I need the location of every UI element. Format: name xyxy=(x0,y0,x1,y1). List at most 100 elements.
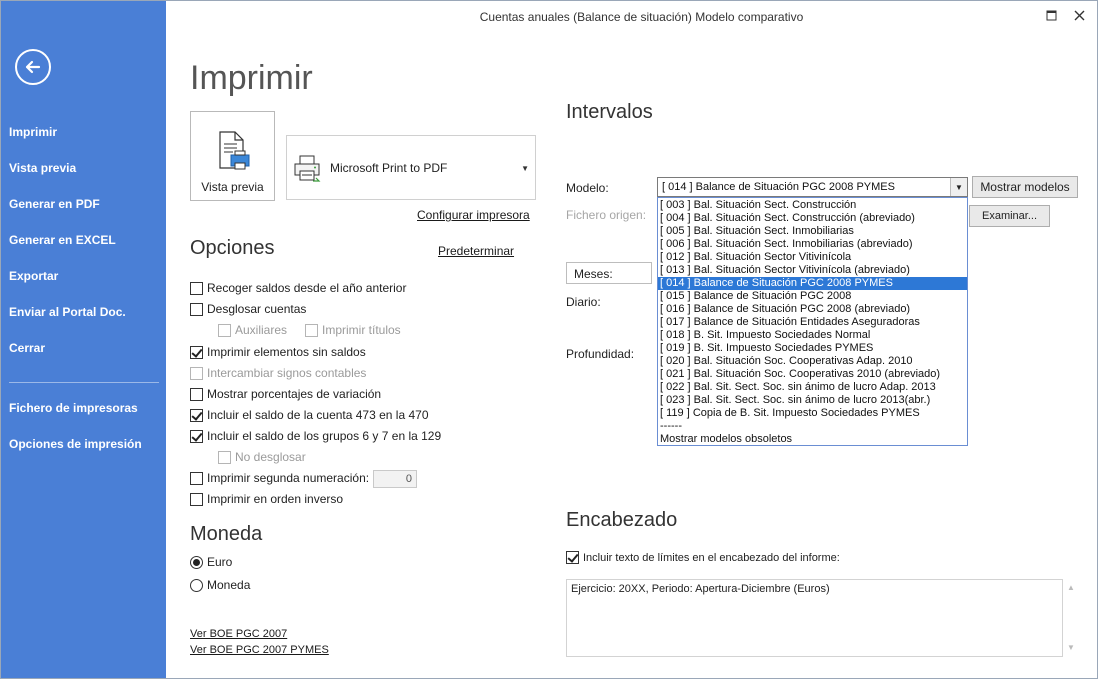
sidebar-item-exportar[interactable]: Exportar xyxy=(9,269,58,283)
dropdown-item[interactable]: [ 023 ] Bal. Sit. Sect. Soc. sin ánimo d… xyxy=(658,394,967,407)
sidebar-divider xyxy=(9,382,159,383)
default-link[interactable]: Predeterminar xyxy=(438,244,514,258)
checkbox[interactable] xyxy=(190,471,203,485)
option-label: Imprimir en orden inverso xyxy=(207,492,344,506)
option-desglosar-cuentas[interactable]: Desglosar cuentas xyxy=(190,302,306,316)
dropdown-separator: ------ xyxy=(660,420,682,432)
option-imprimir-sin-saldos[interactable]: Imprimir elementos sin saldos xyxy=(190,345,366,359)
option-label: Imprimir títulos xyxy=(322,323,401,337)
checkbox xyxy=(305,323,318,337)
checkbox[interactable] xyxy=(190,345,203,359)
dropdown-item[interactable]: [ 015 ] Balance de Situación PGC 2008 xyxy=(658,290,967,303)
checkbox[interactable] xyxy=(190,281,203,295)
scroll-up-icon[interactable]: ▲ xyxy=(1067,583,1075,592)
dropdown-item[interactable]: [ 119 ] Copia de B. Sit. Impuesto Socied… xyxy=(658,407,967,420)
radio-moneda[interactable]: Moneda xyxy=(190,578,250,592)
mostrar-modelos-button[interactable]: Mostrar modelos xyxy=(972,176,1078,198)
option-saldo-grupos[interactable]: Incluir el saldo de los grupos 6 y 7 en … xyxy=(190,429,441,443)
sidebar-item-vista-previa[interactable]: Vista previa xyxy=(9,161,76,175)
numeracion-input[interactable]: 0 xyxy=(373,470,417,488)
checkbox xyxy=(190,366,203,380)
meses-field[interactable]: Meses: xyxy=(566,262,652,284)
option-incluir-limites[interactable]: Incluir texto de límites en el encabezad… xyxy=(566,551,840,564)
dropdown-item-selected[interactable]: [ 014 ] Balance de Situación PGC 2008 PY… xyxy=(658,277,967,290)
preview-tile-label: Vista previa xyxy=(201,180,264,194)
modelo-dropdown-list[interactable]: [ 003 ] Bal. Situación Sect. Construcció… xyxy=(657,197,968,446)
option-label: Recoger saldos desde el año anterior xyxy=(207,281,407,295)
dropdown-button[interactable]: ▼ xyxy=(950,178,967,196)
option-label: Desglosar cuentas xyxy=(207,302,307,316)
dropdown-item[interactable]: [ 019 ] B. Sit. Impuesto Sociedades PYME… xyxy=(658,342,967,355)
sidebar-item-imprimir[interactable]: Imprimir xyxy=(9,125,57,139)
maximize-icon xyxy=(1046,10,1056,20)
option-recoger-saldos[interactable]: Recoger saldos desde el año anterior xyxy=(190,281,406,295)
sidebar-item-generar-pdf[interactable]: Generar en PDF xyxy=(9,197,100,211)
option-label: No desglosar xyxy=(235,450,306,464)
option-no-desglosar: No desglosar xyxy=(218,450,306,464)
configure-printer-link[interactable]: Configurar impresora xyxy=(417,208,530,222)
checkbox[interactable] xyxy=(566,551,579,564)
printer-name: Microsoft Print to PDF xyxy=(330,161,448,175)
boe-pgc-link[interactable]: Ver BOE PGC 2007 xyxy=(190,628,287,640)
dropdown-item[interactable]: [ 018 ] B. Sit. Impuesto Sociedades Norm… xyxy=(658,329,967,342)
maximize-button[interactable] xyxy=(1039,5,1063,25)
modelo-select[interactable]: [ 014 ] Balance de Situación PGC 2008 PY… xyxy=(657,177,968,197)
boe-pymes-link[interactable]: Ver BOE PGC 2007 PYMES xyxy=(190,644,329,656)
chevron-down-icon: ▼ xyxy=(955,182,963,192)
dropdown-item[interactable]: [ 022 ] Bal. Sit. Sect. Soc. sin ánimo d… xyxy=(658,381,967,394)
intervalos-title: Intervalos xyxy=(566,101,653,123)
radio-button[interactable] xyxy=(190,578,203,592)
radio-euro[interactable]: Euro xyxy=(190,555,232,569)
radio-label: Moneda xyxy=(207,578,251,592)
option-mostrar-porcentajes[interactable]: Mostrar porcentajes de variación xyxy=(190,387,381,401)
option-auxiliares: Auxiliares xyxy=(218,323,287,337)
checkbox[interactable] xyxy=(190,387,203,401)
option-label: Imprimir elementos sin saldos xyxy=(207,345,366,359)
checkbox[interactable] xyxy=(190,429,203,443)
printer-select[interactable]: Microsoft Print to PDF ▼ xyxy=(286,135,536,200)
dropdown-item[interactable]: [ 004 ] Bal. Situación Sect. Construcció… xyxy=(658,212,967,225)
examinar-button[interactable]: Examinar... xyxy=(969,205,1050,227)
radio-button[interactable] xyxy=(190,555,203,569)
dropdown-item[interactable]: [ 006 ] Bal. Situación Sect. Inmobiliari… xyxy=(658,238,967,251)
modelo-label: Modelo: xyxy=(566,181,609,195)
close-button[interactable] xyxy=(1067,5,1091,25)
modelo-value: [ 014 ] Balance de Situación PGC 2008 PY… xyxy=(662,181,895,193)
dropdown-item[interactable]: [ 012 ] Bal. Situación Sector Vitiviníco… xyxy=(658,251,967,264)
dropdown-item[interactable]: [ 021 ] Bal. Situación Soc. Cooperativas… xyxy=(658,368,967,381)
dropdown-item[interactable]: [ 005 ] Bal. Situación Sect. Inmobiliari… xyxy=(658,225,967,238)
dropdown-item-obsoletos[interactable]: Mostrar modelos obsoletos xyxy=(658,433,967,445)
checkbox xyxy=(218,323,231,337)
checkbox[interactable] xyxy=(190,408,203,422)
radio-label: Euro xyxy=(207,555,233,569)
checkbox[interactable] xyxy=(190,302,203,316)
checkbox xyxy=(218,450,231,464)
sidebar-item-enviar-portal[interactable]: Enviar al Portal Doc. xyxy=(9,305,126,319)
option-orden-inverso[interactable]: Imprimir en orden inverso xyxy=(190,492,343,506)
sidebar-item-fichero-impresoras[interactable]: Fichero de impresoras xyxy=(9,401,138,415)
dropdown-item[interactable]: [ 016 ] Balance de Situación PGC 2008 (a… xyxy=(658,303,967,316)
sidebar-item-opciones-impresion[interactable]: Opciones de impresión xyxy=(9,437,142,451)
option-label: Incluir el saldo de la cuenta 473 en la … xyxy=(207,408,429,422)
textarea-scrollbar[interactable]: ▲ ▼ xyxy=(1063,579,1079,657)
scroll-down-icon[interactable]: ▼ xyxy=(1067,643,1075,652)
dropdown-item[interactable]: [ 003 ] Bal. Situación Sect. Construcció… xyxy=(658,199,967,212)
encabezado-textarea[interactable]: Ejercicio: 20XX, Periodo: Apertura-Dicie… xyxy=(566,579,1063,657)
option-saldo-473[interactable]: Incluir el saldo de la cuenta 473 en la … xyxy=(190,408,429,422)
title-bar: Cuentas anuales (Balance de situación) M… xyxy=(166,1,1097,31)
option-label: Auxiliares xyxy=(235,323,288,337)
option-segunda-numeracion[interactable]: Imprimir segunda numeración: xyxy=(190,471,369,485)
sidebar: Imprimir Vista previa Generar en PDF Gen… xyxy=(1,1,166,678)
sidebar-item-cerrar[interactable]: Cerrar xyxy=(9,341,45,355)
back-button[interactable] xyxy=(15,49,51,85)
arrow-left-icon xyxy=(25,60,41,74)
dropdown-item[interactable]: [ 017 ] Balance de Situación Entidades A… xyxy=(658,316,967,329)
sidebar-item-generar-excel[interactable]: Generar en EXCEL xyxy=(9,233,116,247)
dropdown-item[interactable]: [ 013 ] Bal. Situación Sector Vitiviníco… xyxy=(658,264,967,277)
option-imprimir-titulos: Imprimir títulos xyxy=(305,323,401,337)
checkbox[interactable] xyxy=(190,492,203,506)
preview-tile[interactable]: Vista previa xyxy=(190,111,275,201)
moneda-title: Moneda xyxy=(190,523,263,545)
printer-icon xyxy=(294,155,321,182)
dropdown-item[interactable]: [ 020 ] Bal. Situación Soc. Cooperativas… xyxy=(658,355,967,368)
